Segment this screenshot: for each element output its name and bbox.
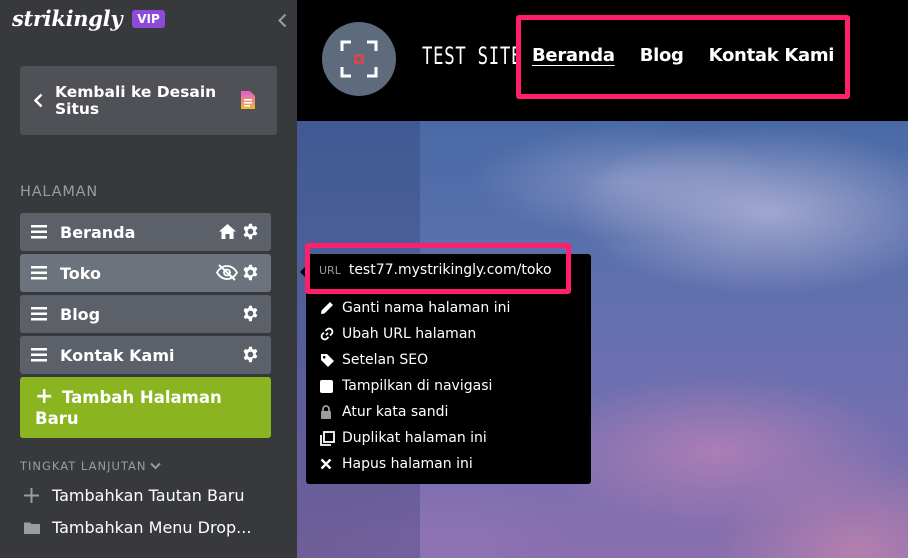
page-name: Beranda [60, 223, 136, 242]
page-url: test77.mystrikingly.com/toko [348, 262, 552, 278]
lock-icon [321, 405, 331, 419]
menu-item-label: Ganti nama halaman ini [342, 300, 511, 316]
add-page-button[interactable]: + Tambah Halaman Baru [20, 377, 271, 438]
add-dropdown-label: Tambahkan Menu Drop... [52, 518, 252, 537]
sidebar: strikingly VIP Kembali ke Desain Situs H… [0, 0, 297, 558]
link-icon [320, 327, 334, 341]
page-item-kontak-kami[interactable]: Kontak Kami [20, 336, 271, 374]
back-to-design-button[interactable]: Kembali ke Desain Situs [20, 66, 277, 135]
gear-icon[interactable] [242, 223, 259, 240]
page-item-toko[interactable]: Toko [20, 254, 271, 292]
gear-icon[interactable] [242, 346, 259, 363]
tag-icon [321, 353, 334, 367]
home-icon [219, 224, 236, 239]
eye-slash-icon [216, 264, 238, 281]
add-link-button[interactable]: Tambahkan Tautan Baru [24, 486, 245, 505]
strikingly-logo: strikingly [12, 6, 123, 31]
rename-page-item[interactable]: Ganti nama halaman ini [320, 300, 510, 316]
site-navigation: Beranda Blog Kontak Kami [532, 45, 859, 66]
nav-link-blog[interactable]: Blog [640, 45, 684, 66]
menu-item-label: Duplikat halaman ini [342, 430, 487, 446]
checkbox-icon[interactable] [320, 379, 333, 393]
x-icon [320, 458, 332, 470]
menu-item-label: Atur kata sandi [342, 404, 449, 420]
add-link-label: Tambahkan Tautan Baru [52, 486, 245, 505]
plus-icon [24, 488, 39, 503]
site-title[interactable]: TEST SITE [422, 42, 522, 70]
chevron-down-icon [150, 462, 162, 470]
gear-icon[interactable] [242, 264, 259, 281]
document-icon [241, 91, 255, 109]
pages-section-title: HALAMAN [20, 184, 99, 200]
drag-handle-icon[interactable] [31, 307, 47, 321]
page-name: Blog [60, 305, 101, 324]
seo-settings-item[interactable]: Setelan SEO [320, 352, 428, 368]
add-page-label: Tambah Halaman Baru [35, 388, 222, 428]
focus-frame-icon [340, 40, 378, 78]
page-item-blog[interactable]: Blog [20, 295, 271, 333]
gear-icon[interactable] [242, 305, 259, 322]
vip-badge: VIP [132, 9, 165, 28]
page-name: Toko [60, 264, 101, 283]
advanced-section-toggle[interactable]: TINGKAT LANJUTAN [20, 459, 162, 473]
set-password-item[interactable]: Atur kata sandi [320, 404, 448, 420]
collapse-sidebar-button[interactable] [278, 13, 287, 28]
change-url-item[interactable]: Ubah URL halaman [320, 326, 476, 342]
site-header: TEST SITE Beranda Blog Kontak Kami [297, 0, 908, 121]
drag-handle-icon[interactable] [31, 266, 47, 280]
page-settings-popup [306, 254, 591, 484]
menu-item-label: Setelan SEO [342, 352, 429, 368]
drag-handle-icon[interactable] [31, 348, 47, 362]
url-tag: URL [319, 264, 341, 277]
copy-icon [320, 430, 335, 446]
brand: strikingly VIP [12, 6, 165, 31]
page-item-beranda[interactable]: Beranda [20, 213, 271, 251]
add-dropdown-menu-button[interactable]: Tambahkan Menu Drop... [24, 518, 251, 537]
page-url-row[interactable]: URL test77.mystrikingly.com/toko [319, 262, 552, 278]
chevron-left-icon [278, 13, 287, 28]
chevron-left-icon [34, 93, 43, 108]
site-logo-placeholder[interactable] [322, 22, 396, 96]
folder-icon [24, 522, 40, 534]
page-name: Kontak Kami [60, 346, 175, 365]
nav-link-beranda[interactable]: Beranda [532, 45, 615, 66]
delete-page-item[interactable]: Hapus halaman ini [320, 456, 473, 472]
advanced-section-title: TINGKAT LANJUTAN [20, 459, 147, 473]
duplicate-page-item[interactable]: Duplikat halaman ini [320, 430, 487, 446]
pencil-icon [321, 302, 333, 314]
back-button-label: Kembali ke Desain Situs [55, 83, 217, 118]
menu-item-label: Tampilkan di navigasi [342, 378, 493, 394]
nav-link-kontak-kami[interactable]: Kontak Kami [709, 45, 835, 66]
drag-handle-icon[interactable] [31, 225, 47, 239]
show-in-navigation-checkbox[interactable]: Tampilkan di navigasi [320, 378, 492, 394]
menu-item-label: Hapus halaman ini [342, 456, 473, 472]
menu-item-label: Ubah URL halaman [342, 326, 477, 342]
